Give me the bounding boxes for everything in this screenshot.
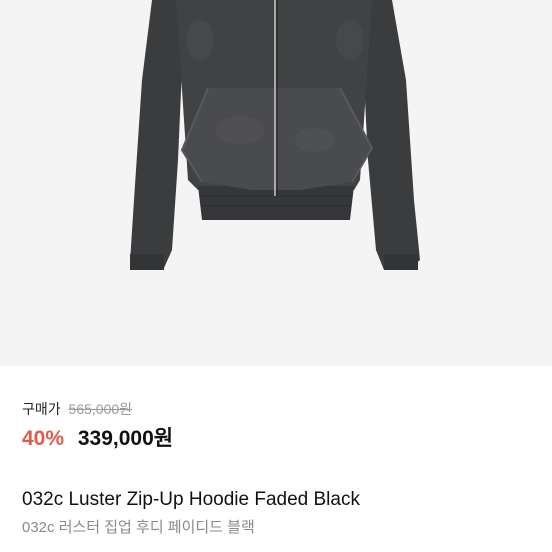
purchase-label: 구매가 bbox=[22, 401, 61, 417]
sale-price-row: 40% 339,000원 bbox=[22, 426, 173, 452]
product-title-en[interactable]: 032c Luster Zip-Up Hoodie Faded Black bbox=[22, 488, 360, 512]
purchase-price-row: 구매가 565,000원 bbox=[22, 400, 132, 418]
product-image[interactable] bbox=[0, 0, 552, 366]
product-title-ko: 032c 러스터 집업 후디 페이디드 블랙 bbox=[22, 519, 255, 536]
hoodie-photo bbox=[0, 0, 552, 366]
sale-price: 339,000원 bbox=[77, 427, 174, 450]
discount-percent: 40% bbox=[22, 427, 65, 450]
original-price: 565,000원 bbox=[68, 401, 133, 417]
